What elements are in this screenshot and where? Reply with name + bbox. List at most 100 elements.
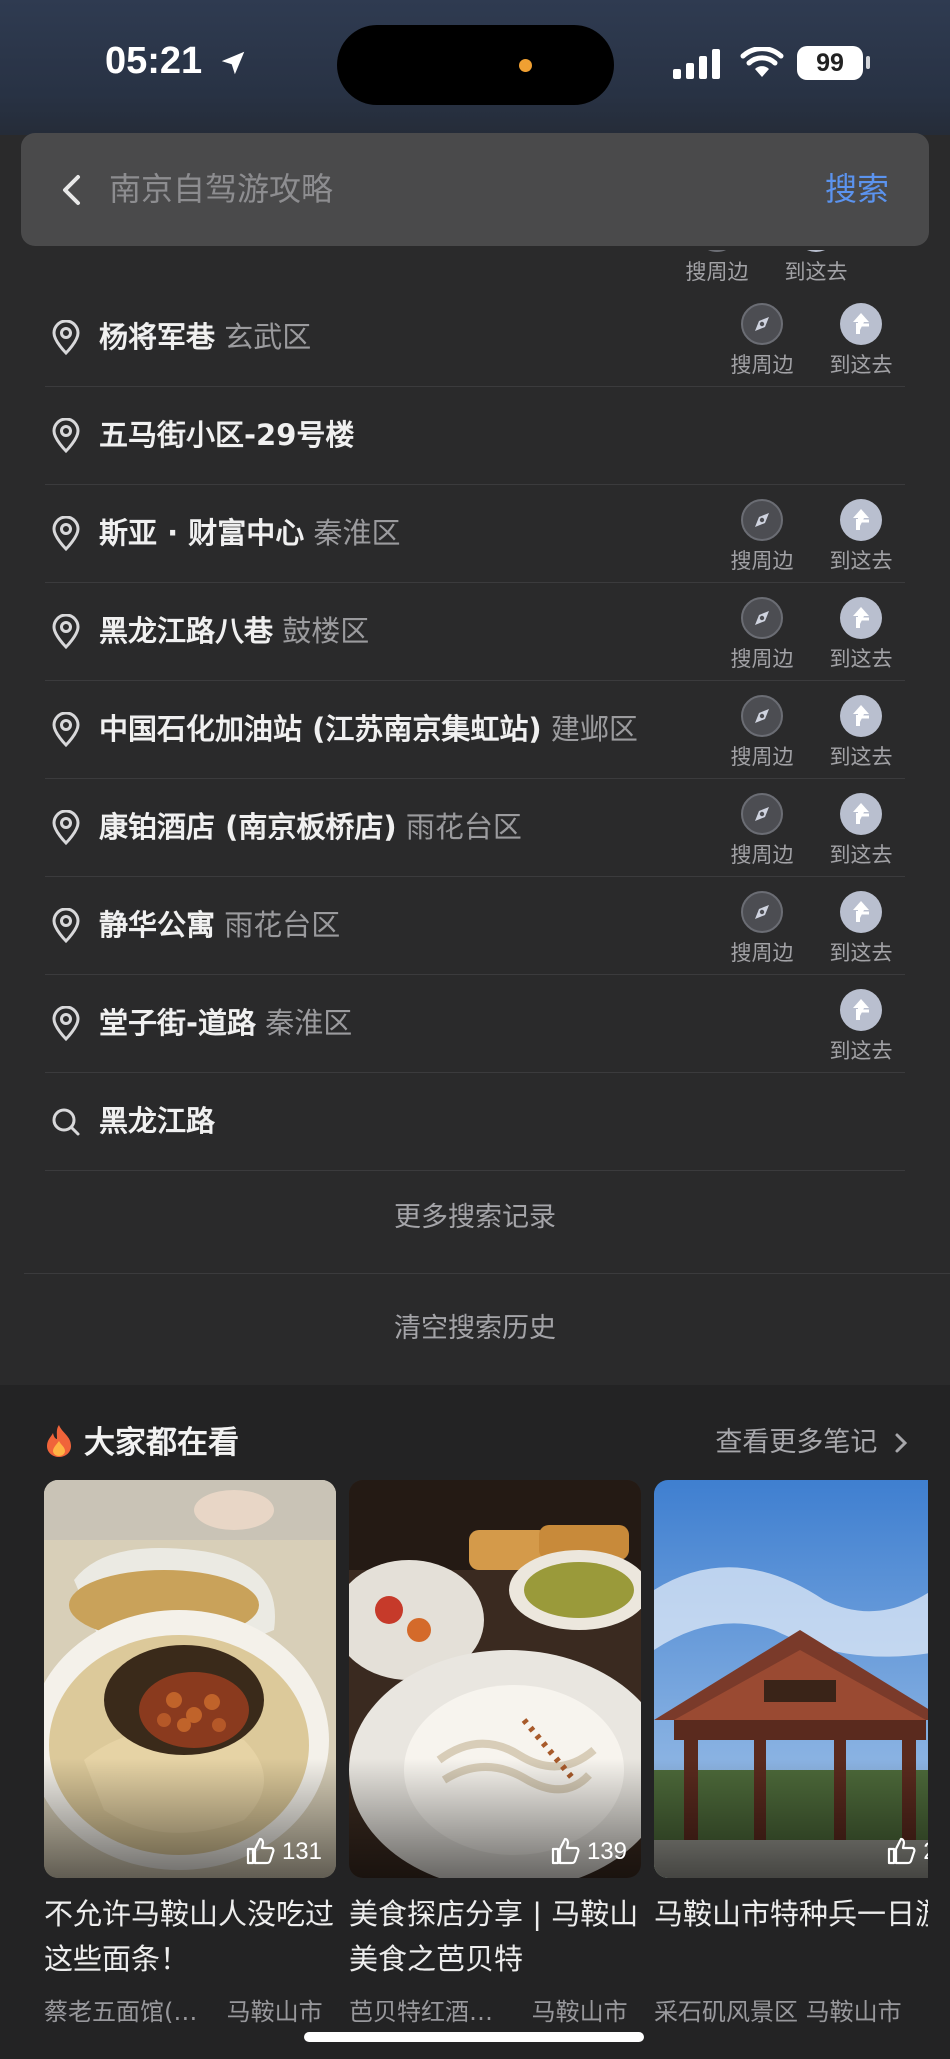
place-district: 秦淮区 — [313, 516, 401, 550]
navigate-here-action[interactable]: 到这去 — [816, 597, 906, 673]
history-row-partial: 搜周边 到这去 — [0, 250, 950, 288]
route-turn-icon — [840, 793, 882, 835]
place-district: 雨花台区 — [224, 908, 341, 942]
search-nearby-label: 搜周边 — [730, 843, 794, 867]
place-district: 建邺区 — [550, 712, 638, 746]
navigate-here-label: 到这去 — [829, 941, 893, 965]
wifi-icon — [740, 47, 784, 77]
history-row[interactable]: 黑龙江路 — [45, 1073, 905, 1171]
navigate-here-action[interactable]: 到这去 — [771, 250, 861, 286]
history-row-label: 静华公寓 雨花台区 — [99, 877, 340, 974]
search-icon — [49, 1104, 83, 1144]
route-turn-icon — [840, 303, 882, 345]
place-name: 黑龙江路八巷 — [99, 614, 274, 648]
search-nearby-label: 搜周边 — [730, 647, 794, 671]
history-row[interactable]: 五马街小区-29号楼 — [45, 387, 905, 485]
search-nearby-action[interactable]: 搜周边 — [717, 597, 807, 673]
thumbs-up-icon — [246, 1837, 275, 1865]
location-pin-icon — [49, 613, 83, 654]
fire-icon — [47, 1425, 71, 1457]
more-history-button[interactable]: 更多搜索记录 — [0, 1163, 950, 1273]
history-row-label: 堂子街-道路 秦淮区 — [99, 975, 352, 1072]
location-pin-icon — [49, 515, 83, 556]
status-bar: 05:21 99 — [0, 0, 950, 135]
note-card-meta: 芭贝特红酒… 马鞍山市 — [349, 1992, 641, 2027]
compass-icon — [741, 499, 783, 541]
note-card-place: 马鞍山市 — [226, 1998, 323, 2026]
place-name: 静华公寓 — [99, 908, 216, 942]
place-name: 康铂酒店 (南京板桥店) — [99, 810, 397, 844]
note-card-place: 马鞍山市 — [531, 1998, 628, 2026]
back-chevron-icon[interactable] — [51, 168, 95, 212]
note-card-author: 芭贝特红酒… — [349, 1998, 493, 2026]
note-card-title: 美食探店分享 | 马鞍山美食之芭贝特 — [349, 1897, 639, 1976]
compass-icon — [741, 891, 783, 933]
search-nearby-action[interactable]: 搜周边 — [717, 891, 807, 967]
place-district: 雨花台区 — [405, 810, 522, 844]
location-arrow-icon — [221, 51, 245, 75]
note-card-meta: 蔡老五面馆(… 马鞍山市 — [44, 1992, 336, 2027]
search-nearby-action[interactable]: 搜周边 — [717, 303, 807, 379]
search-bar: 南京自驾游攻略 搜索 — [21, 133, 929, 246]
note-card-title: 不允许马鞍山人没吃过这些面条！ — [44, 1897, 335, 1976]
history-row[interactable]: 静华公寓 雨花台区搜周边 到这去 — [45, 877, 905, 975]
navigate-here-action[interactable]: 到这去 — [816, 989, 906, 1065]
home-indicator[interactable] — [304, 2032, 644, 2042]
note-card-meta: 采石矶风景区 马鞍山市 — [654, 1992, 928, 2027]
route-turn-icon — [840, 891, 882, 933]
history-row[interactable]: 康铂酒店 (南京板桥店) 雨花台区搜周边 到这去 — [45, 779, 905, 877]
place-name: 堂子街-道路 — [99, 1006, 257, 1040]
clear-history-button[interactable]: 清空搜索历史 — [0, 1274, 950, 1384]
place-district: 玄武区 — [224, 320, 312, 354]
note-card-image: 27 — [654, 1480, 928, 1878]
search-nearby-action[interactable]: 搜周边 — [717, 499, 807, 575]
navigate-here-action[interactable]: 到这去 — [816, 695, 906, 771]
history-row-label: 五马街小区-29号楼 — [99, 387, 354, 484]
search-button[interactable]: 搜索 — [825, 133, 889, 246]
place-name: 五马街小区-29号楼 — [99, 418, 355, 452]
note-card-author: 蔡老五面馆(… — [44, 1998, 198, 2026]
place-name: 斯亚 · 财富中心 — [99, 516, 305, 550]
search-nearby-label: 搜周边 — [730, 353, 794, 377]
note-card[interactable]: 139 美食探店分享 | 马鞍山美食之芭贝特 芭贝特红酒… 马鞍山市 — [349, 1480, 641, 2027]
location-pin-icon — [49, 711, 83, 752]
search-nearby-label: 搜周边 — [730, 941, 794, 965]
view-more-notes-link[interactable]: 查看更多笔记 — [715, 1415, 910, 1471]
history-row-label: 黑龙江路八巷 鼓楼区 — [99, 583, 369, 680]
search-nearby-action[interactable]: 搜周边 — [672, 250, 762, 286]
note-card[interactable]: 131 不允许马鞍山人没吃过这些面条！ 蔡老五面馆(… 马鞍山市 — [44, 1480, 336, 2027]
history-row-label: 杨将军巷 玄武区 — [99, 289, 311, 386]
note-card[interactable]: 27 马鞍山市特种兵一日游 采石矶风景区 马鞍山市 — [654, 1480, 928, 2027]
route-turn-icon — [840, 499, 882, 541]
navigate-here-action[interactable]: 到这去 — [816, 303, 906, 379]
navigate-here-label: 到这去 — [829, 647, 893, 671]
navigate-here-label: 到这去 — [829, 745, 893, 769]
history-row[interactable]: 中国石化加油站 (江苏南京集虹站) 建邺区 搜周边 到这去 — [45, 681, 905, 779]
like-count: 27 — [887, 1837, 928, 1866]
search-nearby-action[interactable]: 搜周边 — [717, 793, 807, 869]
compass-icon — [741, 695, 783, 737]
history-row-label: 中国石化加油站 (江苏南京集虹站) 建邺区 — [99, 681, 638, 778]
history-row-label: 斯亚 · 财富中心 秦淮区 — [99, 485, 400, 582]
like-count: 131 — [246, 1837, 322, 1866]
compass-icon — [741, 597, 783, 639]
history-row-label: 康铂酒店 (南京板桥店) 雨花台区 — [99, 779, 522, 876]
privacy-indicator-icon — [519, 59, 532, 72]
location-pin-icon — [49, 319, 83, 360]
history-row[interactable]: 黑龙江路八巷 鼓楼区搜周边 到这去 — [45, 583, 905, 681]
navigate-here-action[interactable]: 到这去 — [816, 499, 906, 575]
search-nearby-action[interactable]: 搜周边 — [717, 695, 807, 771]
view-more-label: 查看更多笔记 — [715, 1427, 878, 1458]
history-row[interactable]: 杨将军巷 玄武区搜周边 到这去 — [45, 289, 905, 387]
navigate-here-action[interactable]: 到这去 — [816, 891, 906, 967]
history-row[interactable]: 斯亚 · 财富中心 秦淮区 搜周边 到这去 — [45, 485, 905, 583]
navigate-here-action[interactable]: 到这去 — [816, 793, 906, 869]
thumbs-up-icon — [551, 1837, 580, 1865]
note-card-place: 马鞍山市 — [805, 1998, 902, 2026]
cellular-signal-icon — [673, 49, 720, 79]
history-row[interactable]: 堂子街-道路 秦淮区 到这去 — [45, 975, 905, 1073]
search-input[interactable]: 南京自驾游攻略 — [109, 133, 333, 246]
place-district: 秦淮区 — [265, 1006, 353, 1040]
thumbs-up-icon — [888, 1837, 916, 1865]
like-count: 139 — [551, 1837, 627, 1866]
